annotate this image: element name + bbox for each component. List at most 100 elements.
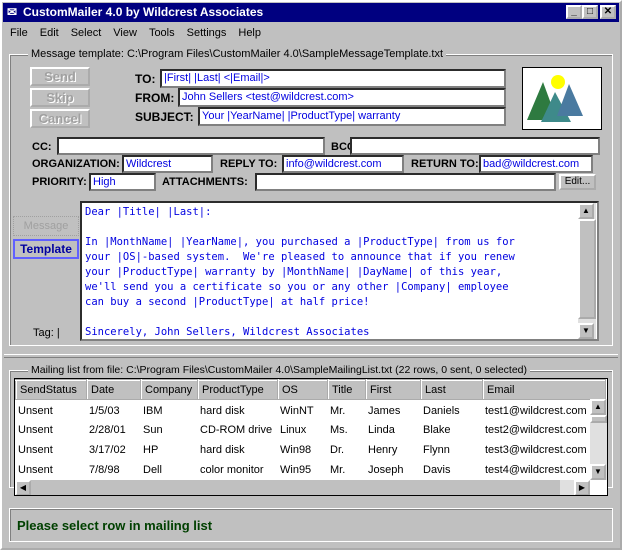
table-cell: 7/8/98 — [89, 464, 120, 476]
table-cell: Linux — [280, 424, 307, 436]
table-cell: Dell — [143, 464, 162, 476]
table-cell: WinNT — [280, 404, 314, 417]
status-panel: Please select row in mailing list — [9, 508, 613, 542]
column-header-last[interactable]: Last — [420, 379, 484, 401]
table-cell: Mr. — [330, 464, 346, 476]
column-header-sendstatus[interactable]: SendStatus — [15, 379, 88, 401]
table-row[interactable]: Unsent 3/17/02 HP hard disk Win98 Dr. Henry Fly… — [16, 440, 606, 460]
table-cell: test3@wildcrest.com — [485, 444, 587, 456]
menu-tools[interactable]: Tools — [143, 24, 181, 42]
to-label: TO: — [135, 72, 156, 86]
table-cell: Dr. — [330, 444, 345, 456]
mailing-table: SendStatus Date Company ProductType OS Title F… — [14, 378, 608, 496]
table-cell: test4@wildcrest.com — [485, 464, 587, 476]
to-field[interactable]: |First| |Last| <|Email|> — [160, 69, 506, 88]
attachments-field[interactable] — [255, 173, 556, 191]
menu-help[interactable]: Help — [232, 24, 267, 42]
company-logo — [522, 67, 602, 130]
column-header-email[interactable]: Email — [482, 379, 607, 401]
tag-label: Tag: | — [33, 327, 60, 339]
scroll-track[interactable] — [560, 480, 574, 495]
table-row[interactable]: Unsent 7/8/98 Dell color monitor Win95 Mr. Jos… — [16, 460, 606, 480]
window-title: CustomMailer 4.0 by Wildcrest Associates — [23, 5, 264, 19]
scroll-left-icon[interactable]: ◀ — [15, 480, 31, 495]
menu-view[interactable]: View — [107, 24, 143, 42]
table-cell: Flynn — [423, 444, 450, 456]
from-field[interactable]: John Sellers <test@wildcrest.com> — [178, 88, 506, 107]
table-cell: 1/5/03 — [89, 404, 120, 417]
splitter[interactable] — [4, 354, 618, 358]
template-view-button[interactable]: Template — [13, 239, 79, 259]
column-header-company[interactable]: Company — [140, 379, 199, 401]
table-cell: James — [368, 404, 401, 417]
table-cell: 3/17/02 — [89, 444, 126, 456]
table-cell: Davis — [423, 464, 451, 476]
menu-edit[interactable]: Edit — [34, 24, 65, 42]
maximize-button[interactable]: □ — [582, 5, 598, 19]
mailing-legend: Mailing list from file: C:\Program Files… — [28, 364, 531, 376]
column-header-title[interactable]: Title — [327, 379, 367, 401]
table-cell: test1@wildcrest.com — [485, 404, 587, 417]
message-view-button[interactable]: Message — [13, 216, 79, 236]
return-to-field[interactable]: bad@wildcrest.com — [479, 155, 593, 173]
table-cell: CD-ROM drive — [200, 424, 273, 436]
organization-field[interactable]: Wildcrest — [122, 155, 213, 173]
menu-file[interactable]: File — [4, 24, 34, 42]
table-cell: Win98 — [280, 444, 312, 456]
reply-to-field[interactable]: info@wildcrest.com — [282, 155, 404, 173]
cc-field[interactable] — [57, 137, 325, 155]
table-cell: IBM — [143, 404, 163, 417]
scroll-down-icon[interactable]: ▼ — [590, 464, 606, 480]
title-bar: ✉ CustomMailer 4.0 by Wildcrest Associat… — [3, 3, 619, 22]
minimize-button[interactable]: _ — [566, 5, 582, 19]
scroll-up-icon[interactable]: ▲ — [578, 203, 594, 219]
template-body-editor[interactable]: Dear |Title| |Last|: In |MonthName| |Yea… — [80, 201, 599, 341]
organization-label: ORGANIZATION: — [32, 158, 120, 170]
column-header-os[interactable]: OS — [277, 379, 329, 401]
table-cell: Ms. — [330, 424, 348, 436]
scroll-up-icon[interactable]: ▲ — [590, 399, 606, 415]
table-cell: Linda — [368, 424, 395, 436]
table-cell: hard disk — [200, 444, 245, 456]
table-cell: hard disk — [200, 404, 245, 417]
table-row[interactable]: Unsent 1/5/03 IBM hard disk WinNT Mr. James Dan… — [16, 400, 606, 420]
table-cell: Unsent — [18, 444, 53, 456]
table-cell: HP — [143, 444, 159, 456]
table-cell: Unsent — [18, 404, 53, 417]
scroll-right-icon[interactable]: ▶ — [574, 480, 590, 495]
menu-select[interactable]: Select — [65, 24, 108, 42]
cancel-button[interactable]: Cancel — [30, 109, 90, 128]
table-cell: Unsent — [18, 424, 53, 436]
scroll-thumb[interactable] — [578, 219, 596, 319]
menu-settings[interactable]: Settings — [181, 24, 233, 42]
scroll-thumb[interactable] — [590, 415, 607, 423]
return-to-label: RETURN TO: — [411, 158, 479, 170]
table-cell: Blake — [423, 424, 451, 436]
skip-button[interactable]: Skip — [30, 88, 90, 107]
table-row[interactable]: Unsent 2/28/01 Sun CD-ROM drive Linux Ms. Lind… — [16, 420, 606, 440]
column-header-first[interactable]: First — [365, 379, 422, 401]
close-button[interactable]: ✕ — [600, 5, 616, 19]
column-header-date[interactable]: Date — [86, 379, 142, 401]
scroll-down-icon[interactable]: ▼ — [578, 323, 594, 339]
bcc-field[interactable] — [350, 137, 600, 155]
table-cell: Henry — [368, 444, 398, 456]
table-vscrollbar[interactable]: ▲ ▼ — [590, 399, 607, 480]
table-cell: Mr. — [330, 404, 346, 417]
table-cell: Joseph — [368, 464, 404, 476]
subject-label: SUBJECT: — [135, 110, 194, 124]
column-header-producttype[interactable]: ProductType — [197, 379, 279, 401]
cc-label: CC: — [32, 141, 52, 153]
editor-scrollbar[interactable]: ▲ ▼ — [578, 203, 596, 339]
subject-field[interactable]: Your |YearName| |ProductType| warranty — [198, 107, 506, 126]
table-cell: Sun — [143, 424, 163, 436]
table-cell: color monitor — [200, 464, 264, 476]
table-cell: test2@wildcrest.com — [485, 424, 587, 436]
table-cell: Daniels — [423, 404, 460, 417]
status-message: Please select row in mailing list — [17, 518, 213, 533]
table-hscrollbar[interactable]: ◀ ▶ — [15, 480, 590, 495]
edit-attachments-button[interactable]: Edit... — [559, 174, 596, 190]
from-label: FROM: — [135, 91, 175, 105]
priority-field[interactable]: High — [89, 173, 156, 191]
send-button[interactable]: Send — [30, 67, 90, 86]
